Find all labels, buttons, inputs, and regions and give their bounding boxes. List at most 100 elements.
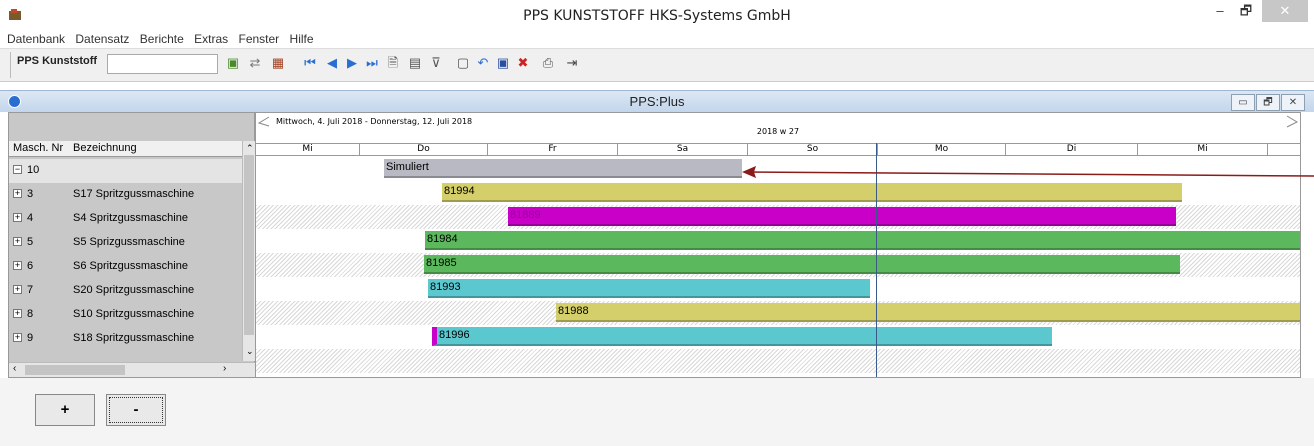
- order-bar[interactable]: 81988: [556, 303, 1300, 322]
- refresh-icon[interactable]: ⇄: [247, 55, 263, 71]
- day-label: Mi: [1138, 144, 1268, 156]
- zoom-out-button[interactable]: -: [106, 394, 166, 426]
- row-bezeichnung: S4 Spritzgussmaschine: [73, 212, 188, 224]
- delete-icon[interactable]: ✖: [515, 55, 531, 71]
- gantt-date-range: Mittwoch, 4. Juli 2018 - Donnerstag, 12.…: [276, 117, 473, 126]
- window-title: PPS KUNSTSTOFF HKS-Systems GmbH: [523, 8, 791, 24]
- print-icon[interactable]: ⎙: [540, 55, 556, 71]
- table-row[interactable]: + 6 S6 Spritzgussmaschine: [9, 255, 242, 279]
- expand-icon[interactable]: +: [13, 237, 22, 246]
- toolbar: PPS Kunststoff ▣ ⇄ ▦ ⏮ ◀ ▶ ⏭ 🗎 ▤ ⊽ ▢ ↶ ▣…: [0, 48, 1314, 82]
- row-nr: 7: [27, 284, 34, 296]
- order-bar[interactable]: 81996: [432, 327, 1052, 346]
- first-record-icon[interactable]: ⏮: [302, 55, 318, 71]
- collapse-icon[interactable]: −: [13, 165, 22, 174]
- toolbar-separator: [10, 52, 11, 78]
- mdi-title: PPS:Plus: [629, 94, 685, 109]
- mdi-restore-button[interactable]: 🗗: [1256, 94, 1280, 111]
- next-record-icon[interactable]: ▶: [344, 55, 360, 71]
- row-bezeichnung: S10 Spritzgussmaschine: [73, 308, 195, 320]
- expand-icon[interactable]: +: [13, 261, 22, 270]
- h-scroll-thumb[interactable]: [25, 365, 125, 375]
- row-nr: 6: [27, 260, 34, 272]
- gantt-row: 81994: [256, 181, 1300, 205]
- menu-fenster[interactable]: Fenster: [239, 32, 280, 46]
- mdi-close-button[interactable]: ✕: [1281, 94, 1305, 111]
- order-bar[interactable]: 81889: [508, 207, 1176, 226]
- gantt-row: 81993: [256, 277, 1300, 301]
- gantt-row: 81889: [256, 205, 1300, 229]
- minimize-button[interactable]: –: [1206, 0, 1234, 22]
- simulated-bar[interactable]: Simuliert: [384, 159, 742, 178]
- row-nr: 8: [27, 308, 34, 320]
- day-label: Fr: [488, 144, 618, 156]
- vertical-scrollbar[interactable]: ⌃ ⌄: [242, 141, 255, 361]
- annotation-arrow: [742, 166, 1314, 178]
- new-record-icon[interactable]: ▣: [225, 55, 241, 71]
- gantt-chart: Mittwoch, 4. Juli 2018 - Donnerstag, 12.…: [255, 112, 1301, 378]
- gantt-prev-icon[interactable]: [258, 115, 270, 127]
- zoom-in-button[interactable]: +: [35, 394, 95, 426]
- menu-bar: Datenbank Datensatz Berichte Extras Fens…: [0, 32, 1314, 48]
- expand-icon[interactable]: +: [13, 309, 22, 318]
- order-bar[interactable]: 81985: [424, 255, 1180, 274]
- day-label: Do: [360, 144, 488, 156]
- order-bar[interactable]: 81993: [428, 279, 870, 298]
- scroll-up-icon[interactable]: ⌃: [246, 143, 254, 154]
- menu-hilfe[interactable]: Hilfe: [290, 32, 314, 46]
- group-row[interactable]: − 10: [9, 159, 242, 183]
- scroll-down-icon[interactable]: ⌄: [246, 346, 254, 357]
- order-bar[interactable]: 81984: [425, 231, 1300, 250]
- scroll-right-icon[interactable]: ›: [223, 363, 226, 374]
- toolbar-label: PPS Kunststoff: [17, 55, 98, 67]
- mdi-title-bar: PPS:Plus ▭ 🗗 ✕: [0, 90, 1314, 112]
- machine-list-header: Masch. Nr Bezeichnung: [9, 141, 242, 157]
- close-button[interactable]: ✕: [1262, 0, 1308, 22]
- gantt-day-header: Mi Do Fr Sa So Mo Di Mi: [256, 143, 1300, 156]
- col-bezeichnung[interactable]: Bezeichnung: [73, 142, 137, 154]
- exit-icon[interactable]: ⇥: [564, 55, 580, 71]
- scroll-left-icon[interactable]: ‹: [13, 363, 16, 374]
- filter-icon[interactable]: ⊽: [428, 55, 444, 71]
- undo-icon[interactable]: ↶: [475, 55, 491, 71]
- expand-icon[interactable]: +: [13, 285, 22, 294]
- group-nr: 10: [27, 164, 40, 176]
- gantt-week: 2018 w 27: [756, 127, 800, 136]
- order-bar[interactable]: 81994: [442, 183, 1182, 202]
- gantt-row: 81985: [256, 253, 1300, 277]
- filter-edit-icon[interactable]: ▤: [407, 55, 423, 71]
- menu-berichte[interactable]: Berichte: [140, 32, 184, 46]
- mdi-minimize-button[interactable]: ▭: [1231, 94, 1255, 111]
- save-icon[interactable]: ▣: [495, 55, 511, 71]
- menu-extras[interactable]: Extras: [194, 32, 228, 46]
- scroll-thumb[interactable]: [244, 155, 254, 335]
- gantt-row: 81996: [256, 325, 1300, 349]
- table-row[interactable]: + 3 S17 Spritzgussmaschine: [9, 183, 242, 207]
- menu-datenbank[interactable]: Datenbank: [7, 32, 65, 46]
- previous-record-icon[interactable]: ◀: [324, 55, 340, 71]
- expand-icon[interactable]: +: [13, 333, 22, 342]
- row-nr: 5: [27, 236, 34, 248]
- new-document-icon[interactable]: ▢: [455, 55, 471, 71]
- table-row[interactable]: + 5 S5 Sprizgussmaschine: [9, 231, 242, 255]
- row-bezeichnung: S5 Sprizgussmaschine: [73, 236, 185, 248]
- grid-icon[interactable]: ▦: [270, 55, 286, 71]
- row-bezeichnung: S20 Spritzgussmaschine: [73, 284, 195, 296]
- last-record-icon[interactable]: ⏭: [364, 55, 380, 71]
- search-input[interactable]: [107, 54, 218, 74]
- col-masch-nr[interactable]: Masch. Nr: [13, 142, 63, 154]
- horizontal-scrollbar[interactable]: ‹ ›: [9, 362, 255, 377]
- preview-icon[interactable]: 🗎: [385, 55, 401, 71]
- table-row[interactable]: + 9 S18 Spritzgussmaschine: [9, 327, 242, 351]
- maximize-button[interactable]: 🗗: [1232, 0, 1260, 22]
- row-bezeichnung: S18 Spritzgussmaschine: [73, 332, 195, 344]
- table-row[interactable]: + 7 S20 Spritzgussmaschine: [9, 279, 242, 303]
- table-row[interactable]: + 4 S4 Spritzgussmaschine: [9, 207, 242, 231]
- bottom-panel: + -: [0, 378, 1314, 446]
- machine-list: Masch. Nr Bezeichnung − 10 + 3 S17 Sprit…: [8, 112, 255, 378]
- expand-icon[interactable]: +: [13, 213, 22, 222]
- expand-icon[interactable]: +: [13, 189, 22, 198]
- menu-datensatz[interactable]: Datensatz: [75, 32, 129, 46]
- day-label: Mo: [878, 144, 1006, 156]
- table-row[interactable]: + 8 S10 Spritzgussmaschine: [9, 303, 242, 327]
